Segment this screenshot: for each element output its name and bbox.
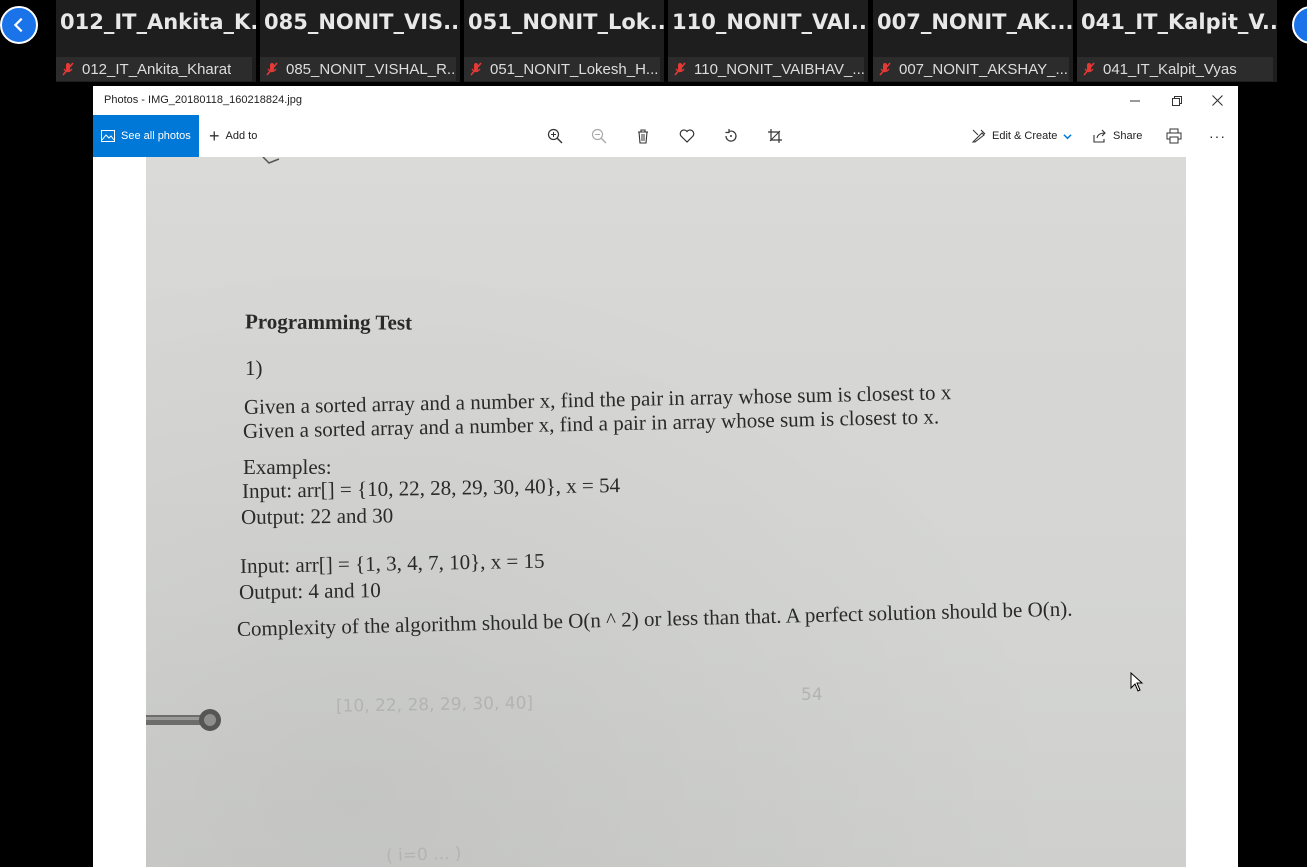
participant-label: 085_NONIT_VISHAL_R... — [286, 60, 456, 78]
crop-icon — [768, 129, 782, 143]
mic-muted-icon — [266, 62, 278, 76]
binder-clip-icon — [146, 709, 221, 731]
question-number: 1) — [245, 356, 263, 380]
examples-label: Examples: — [243, 455, 332, 479]
more-options-button[interactable]: ··· — [1209, 115, 1226, 157]
delete-button[interactable] — [633, 127, 653, 145]
mic-muted-icon — [879, 62, 891, 76]
zoom-out-icon — [591, 128, 607, 144]
restore-button[interactable] — [1156, 86, 1197, 115]
chevron-down-icon — [1063, 133, 1073, 139]
title-bar: Photos - IMG_20180118_160218824.jpg — [93, 86, 1238, 115]
participant-tile-name: 085_NONIT_VIS... — [264, 10, 460, 34]
next-participants-button[interactable] — [1292, 6, 1307, 44]
add-to-label: Add to — [225, 130, 258, 142]
favorite-button[interactable] — [677, 127, 697, 145]
close-button[interactable] — [1197, 86, 1238, 115]
participant-tile[interactable]: 085_NONIT_VIS... 085_NONIT_VISHAL_R... — [260, 0, 460, 82]
previous-participants-button[interactable] — [0, 6, 38, 44]
edit-icon — [972, 129, 986, 143]
document-heading: Programming Test — [244, 309, 413, 335]
example-output-1: Output: 22 and 30 — [240, 503, 394, 529]
chevron-right-icon — [1302, 16, 1307, 34]
participant-tile[interactable]: 007_NONIT_AK... 007_NONIT_AKSHAY_... — [873, 0, 1073, 82]
participant-tile-name: 012_IT_Ankita_K... — [60, 10, 256, 34]
zoom-in-button[interactable] — [545, 127, 565, 145]
mouse-cursor-icon — [1130, 672, 1144, 692]
add-to-button[interactable]: + Add to — [209, 115, 257, 157]
handwritten-target: 54 — [801, 685, 823, 705]
participant-tile[interactable]: 051_NONIT_Lok... 051_NONIT_Lokesh_H... — [464, 0, 664, 82]
participant-tile-name: 110_NONIT_VAI... — [672, 10, 868, 34]
participant-name-bar: 051_NONIT_Lokesh_H... — [464, 57, 660, 81]
participant-label: 041_IT_Kalpit_Vyas — [1103, 60, 1237, 78]
participant-strip: 012_IT_Ankita_K... 012_IT_Ankita_Kharat … — [0, 0, 1307, 85]
plus-icon: + — [209, 125, 220, 146]
window-title: Photos - IMG_20180118_160218824.jpg — [104, 94, 302, 106]
participant-name-bar: 041_IT_Kalpit_Vyas — [1077, 57, 1273, 81]
share-icon — [1093, 129, 1106, 143]
participant-label: 007_NONIT_AKSHAY_... — [899, 60, 1068, 78]
participant-name-bar: 110_NONIT_VAIBHAV_... — [668, 57, 864, 81]
chevron-left-icon — [13, 17, 23, 33]
minimize-button[interactable] — [1114, 86, 1155, 115]
handwritten-note: ( i=0 ... ) — [385, 843, 462, 867]
share-label: Share — [1113, 130, 1143, 142]
edit-create-label: Edit & Create — [992, 130, 1058, 142]
photos-window: Photos - IMG_20180118_160218824.jpg See … — [93, 86, 1238, 867]
zoom-out-button[interactable] — [589, 127, 609, 145]
document-photo: Programming Test 1) Given a sorted array… — [146, 157, 1186, 867]
minimize-icon — [1129, 100, 1140, 101]
rotate-button[interactable] — [721, 127, 741, 145]
participant-tile-name: 051_NONIT_Lok... — [468, 10, 664, 34]
restore-icon — [1171, 95, 1182, 106]
photo-viewer[interactable]: Programming Test 1) Given a sorted array… — [93, 157, 1238, 867]
participant-label: 110_NONIT_VAIBHAV_... — [694, 60, 864, 78]
trash-icon — [638, 129, 648, 144]
participant-name-bar: 007_NONIT_AKSHAY_... — [873, 57, 1069, 81]
mic-muted-icon — [674, 62, 686, 76]
heart-icon — [679, 129, 695, 143]
rotate-icon — [725, 129, 737, 142]
mic-muted-icon — [1083, 62, 1095, 76]
paper-mark-icon — [262, 157, 280, 164]
mic-muted-icon — [62, 62, 74, 76]
participant-tile-name: 007_NONIT_AK... — [877, 10, 1073, 34]
participant-label: 012_IT_Ankita_Kharat — [82, 60, 232, 78]
printer-icon — [1166, 128, 1182, 144]
share-button[interactable]: Share — [1093, 115, 1142, 157]
edit-create-button[interactable]: Edit & Create — [972, 115, 1073, 157]
see-all-photos-button[interactable]: See all photos — [93, 115, 199, 157]
photo-toolbar: See all photos + Add to Edit & Create Sh… — [93, 115, 1238, 157]
example-input-2: Input: arr[] = {1, 3, 4, 7, 10}, x = 15 — [239, 548, 545, 578]
example-output-2: Output: 4 and 10 — [238, 578, 381, 604]
close-icon — [1212, 95, 1223, 106]
participant-name-bar: 085_NONIT_VISHAL_R... — [260, 57, 456, 81]
print-button[interactable] — [1164, 127, 1184, 145]
participant-name-bar: 012_IT_Ankita_Kharat — [56, 57, 252, 81]
handwritten-array: [10, 22, 28, 29, 30, 40] — [335, 693, 534, 717]
see-all-photos-label: See all photos — [121, 130, 191, 142]
mic-muted-icon — [470, 62, 482, 76]
crop-button[interactable] — [765, 127, 785, 145]
participant-label: 051_NONIT_Lokesh_H... — [490, 60, 659, 78]
zoom-in-icon — [547, 128, 563, 144]
participant-tile[interactable]: 012_IT_Ankita_K... 012_IT_Ankita_Kharat — [56, 0, 256, 82]
participant-tile-name: 041_IT_Kalpit_V... — [1081, 10, 1277, 34]
participant-tile[interactable]: 110_NONIT_VAI... 110_NONIT_VAIBHAV_... — [668, 0, 868, 82]
photo-icon — [101, 130, 115, 142]
participant-tile[interactable]: 041_IT_Kalpit_V... 041_IT_Kalpit_Vyas — [1077, 0, 1277, 82]
